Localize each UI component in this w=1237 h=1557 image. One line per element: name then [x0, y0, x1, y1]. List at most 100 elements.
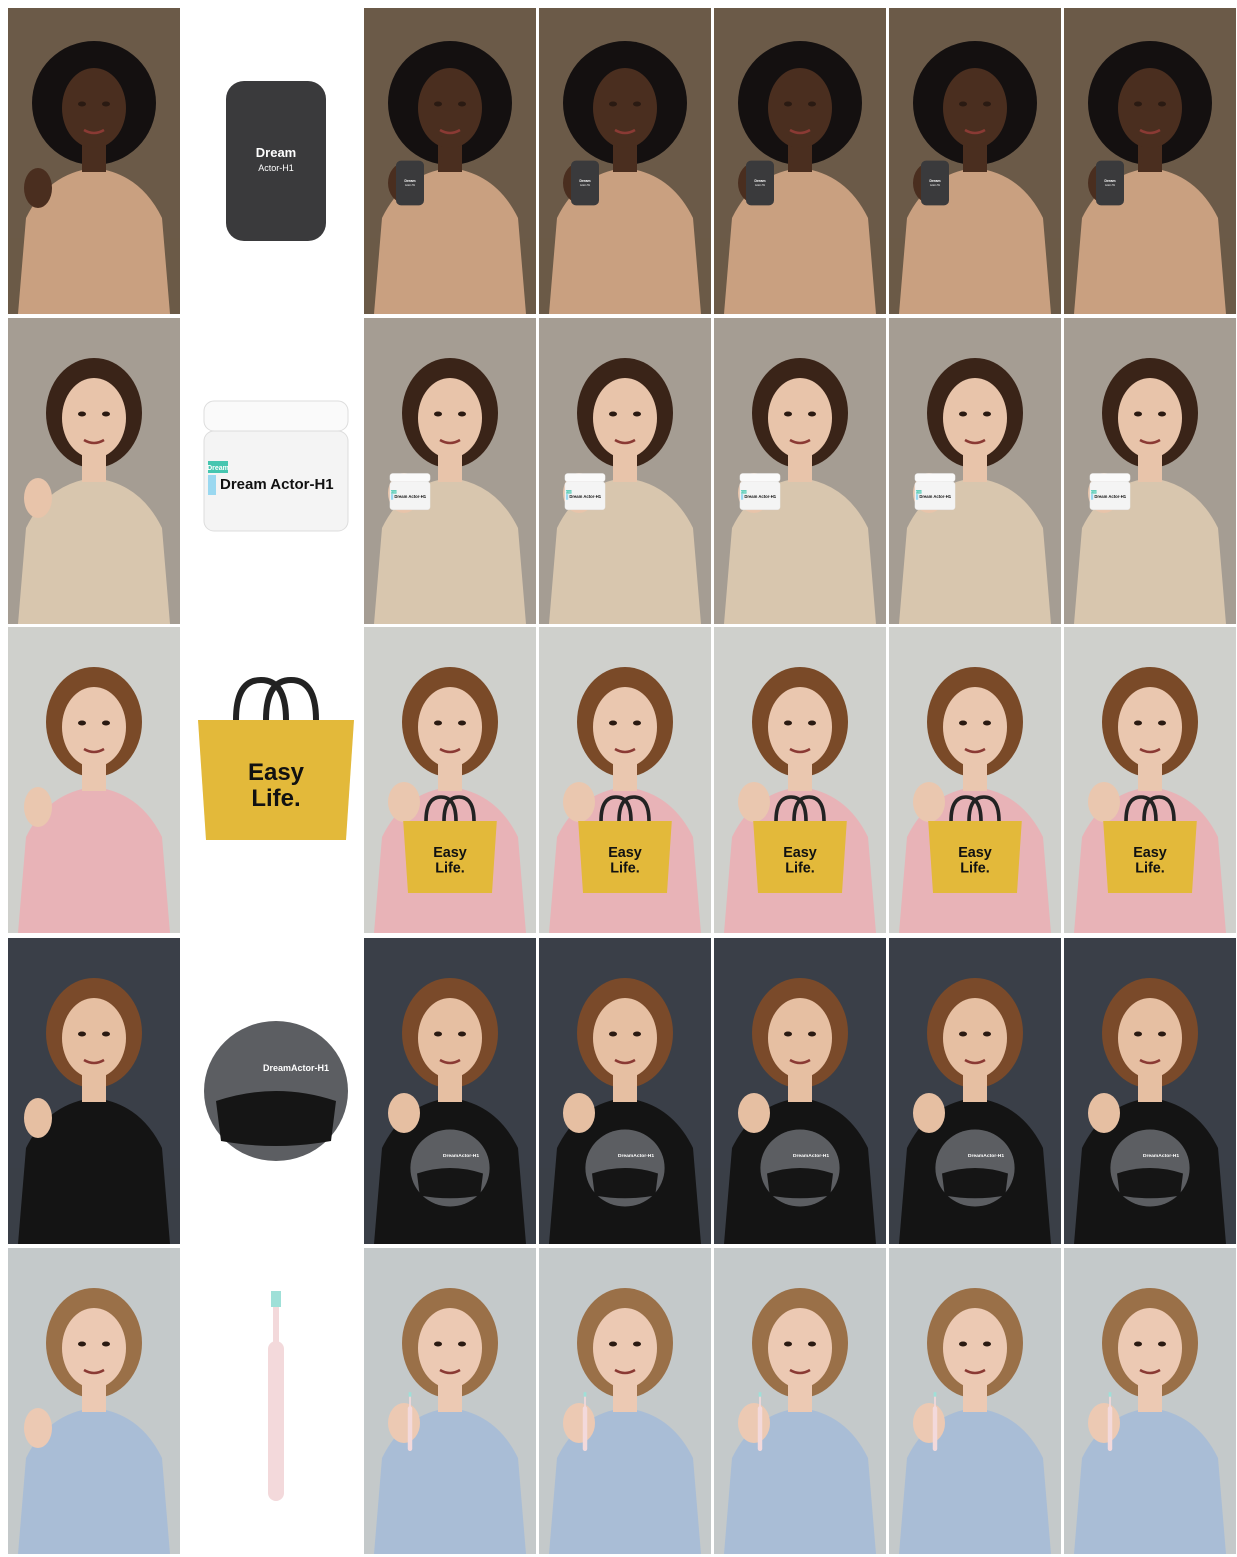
- hand: [24, 478, 52, 518]
- hand: [24, 1408, 52, 1448]
- generated-frame: [1064, 1248, 1236, 1554]
- product-name: Dream Actor-H1: [220, 476, 334, 493]
- person: [539, 1248, 711, 1554]
- generated-frame: Easy Life.: [889, 627, 1061, 933]
- product-badge: Dream: [1091, 492, 1097, 494]
- held-product: DreamActor-H1: [410, 1129, 490, 1207]
- person: [889, 318, 1061, 624]
- held-product: DreamActor-H1: [396, 160, 424, 206]
- held-product: DreamActor-H1: [585, 1129, 665, 1207]
- product-line1: Easy: [433, 845, 467, 861]
- hand: [913, 782, 945, 822]
- person: [8, 1248, 180, 1554]
- product-image: Easy Life.: [190, 627, 362, 933]
- product-line2: Life.: [960, 861, 990, 877]
- generated-frame: [364, 1248, 536, 1554]
- generated-frame: Easy Life.: [1064, 627, 1236, 933]
- generated-frame: Easy Life.: [539, 627, 711, 933]
- product-name: DreamActor-H1: [968, 1153, 1004, 1159]
- product-brand: Dream: [929, 179, 940, 183]
- product-model: Actor-H1: [1105, 184, 1116, 187]
- hand: [913, 1403, 945, 1443]
- generated-frame: Dream Dream Actor-H1: [889, 318, 1061, 624]
- generated-frame: Easy Life.: [364, 627, 536, 933]
- generated-frame: DreamActor-H1: [889, 938, 1061, 1244]
- person: [364, 8, 536, 314]
- generated-frame: DreamActor-H1: [714, 938, 886, 1244]
- hand: [1088, 782, 1120, 822]
- product-name: DreamActor-H1: [793, 1153, 829, 1159]
- person: [8, 318, 180, 624]
- product-image: DreamActor-H1: [190, 938, 362, 1244]
- generated-frame: Dream Dream Actor-H1: [1064, 318, 1236, 624]
- product-model: Actor-H1: [405, 184, 416, 187]
- generated-frame: DreamActor-H1: [539, 938, 711, 1244]
- generated-frame: DreamActor-H1: [364, 8, 536, 314]
- product-brand: Dream: [579, 179, 590, 183]
- person: [8, 627, 180, 933]
- hand: [738, 1093, 770, 1133]
- product-badge: Dream: [916, 492, 922, 494]
- product-name: Dream Actor-H1: [919, 494, 951, 499]
- person: [364, 1248, 536, 1554]
- hand: [738, 782, 770, 822]
- held-product: DreamDream Actor-H1: [1089, 473, 1131, 510]
- product-name: DreamActor-H1: [618, 1153, 654, 1159]
- held-product: DreamActor-H1: [746, 160, 774, 206]
- product-model: Actor-H1: [930, 184, 941, 187]
- reference-image: [8, 938, 180, 1244]
- person: [1064, 318, 1236, 624]
- generated-frame: DreamActor-H1: [714, 8, 886, 314]
- product-badge: Dream: [741, 492, 747, 494]
- product-name: Dream Actor-H1: [569, 494, 601, 499]
- hand: [1088, 1403, 1120, 1443]
- product-line1: Easy: [1133, 845, 1167, 861]
- person: [539, 318, 711, 624]
- held-product: DreamActor-H1: [1110, 1129, 1190, 1207]
- product-name: Dream Actor-H1: [744, 494, 776, 499]
- person: [364, 318, 536, 624]
- person: [539, 8, 711, 314]
- hand: [388, 782, 420, 822]
- person: [714, 8, 886, 314]
- person: [1064, 8, 1236, 314]
- product-line2: Life.: [1135, 861, 1165, 877]
- held-product: DreamActor-H1: [935, 1129, 1015, 1207]
- product-badge: Dream: [207, 465, 229, 472]
- product-line2: Life.: [785, 861, 815, 877]
- generated-frame: DreamActor-H1: [889, 8, 1061, 314]
- product-brand: Dream: [1104, 179, 1115, 183]
- person: [8, 938, 180, 1244]
- hand: [24, 1098, 52, 1138]
- hand: [24, 168, 52, 208]
- product-line1: Easy: [958, 845, 992, 861]
- product-line2: Life.: [435, 861, 465, 877]
- reference-image: [8, 8, 180, 314]
- product-line2: Life.: [251, 785, 300, 812]
- person: [889, 1248, 1061, 1554]
- person: [889, 8, 1061, 314]
- product-name: DreamActor-H1: [263, 1063, 329, 1073]
- held-product: DreamDream Actor-H1: [914, 473, 956, 510]
- hand: [388, 1093, 420, 1133]
- product-brand: Dream: [404, 179, 415, 183]
- generated-frame: [539, 1248, 711, 1554]
- held-product: DreamActor-H1: [1096, 160, 1124, 206]
- product-line1: Easy: [608, 845, 642, 861]
- generated-frame: Dream Dream Actor-H1: [539, 318, 711, 624]
- product-line2: Life.: [610, 861, 640, 877]
- reference-image: [8, 627, 180, 933]
- person: [714, 318, 886, 624]
- product-model: Actor-H1: [258, 163, 294, 173]
- product-name: DreamActor-H1: [1143, 1153, 1179, 1159]
- held-product: DreamActor-H1: [571, 160, 599, 206]
- generated-frame: DreamActor-H1: [1064, 8, 1236, 314]
- held-product: DreamDream Actor-H1: [564, 473, 606, 510]
- person: [714, 1248, 886, 1554]
- hand: [563, 1403, 595, 1443]
- product-brand: Dream: [754, 179, 765, 183]
- product-brand: Dream: [256, 145, 296, 160]
- product-name: DreamActor-H1: [443, 1153, 479, 1159]
- hand: [563, 1093, 595, 1133]
- hand: [24, 787, 52, 827]
